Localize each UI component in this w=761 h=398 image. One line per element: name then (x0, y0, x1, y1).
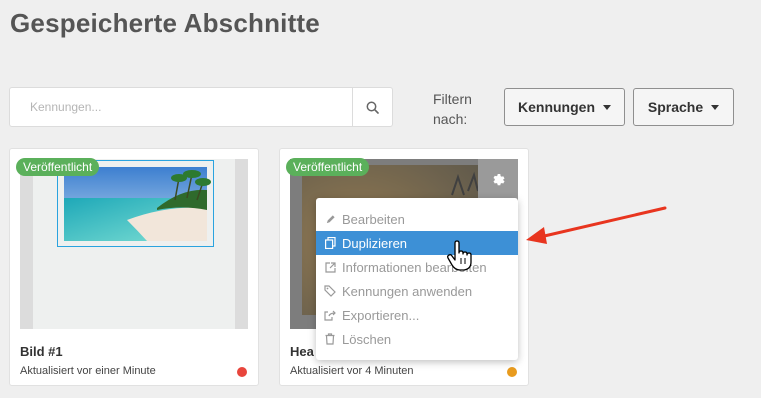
status-dot (507, 367, 517, 377)
menu-item-export[interactable]: Exportieren... (316, 303, 518, 327)
status-dot (237, 367, 247, 377)
card-title: Bild #1 (20, 344, 63, 359)
language-dropdown[interactable]: Sprache (633, 88, 734, 126)
language-dropdown-label: Sprache (647, 99, 704, 115)
search-button[interactable] (352, 88, 392, 126)
context-menu: Bearbeiten Duplizieren Informationen bea… (316, 198, 518, 360)
status-badge: Veröffentlicht (286, 158, 370, 176)
status-badge: Veröffentlicht (16, 158, 100, 176)
page-title: Gespeicherte Abschnitte (10, 8, 320, 38)
section-card[interactable]: Veröffentlicht Bild #1 Aktualisiert vor … (9, 148, 259, 386)
external-edit-icon (324, 261, 336, 273)
hand-cursor-icon (447, 240, 472, 271)
annotation-arrow (526, 206, 667, 244)
card-updated: Aktualisiert vor 4 Minuten (290, 365, 414, 377)
filter-label: Filtern nach: (433, 91, 472, 127)
menu-item-label: Duplizieren (342, 235, 408, 251)
menu-item-label: Bearbeiten (342, 211, 405, 227)
menu-item-duplicate[interactable]: Duplizieren (316, 231, 518, 255)
search-input[interactable] (10, 88, 352, 126)
tags-dropdown[interactable]: Kennungen (504, 88, 625, 126)
search-box (9, 87, 393, 127)
menu-item-label: Exportieren... (342, 307, 420, 323)
search-icon (366, 101, 379, 114)
trash-icon (324, 333, 336, 345)
gear-icon (493, 174, 505, 186)
settings-button[interactable] (478, 159, 518, 199)
caret-down-icon (603, 104, 611, 110)
menu-item-apply-tags[interactable]: Kennungen anwenden (316, 279, 518, 303)
thumbnail-margin (235, 159, 248, 329)
caret-down-icon (711, 104, 720, 110)
thumbnail-margin (20, 159, 33, 329)
menu-item-edit-info[interactable]: Informationen bearbeiten (316, 255, 518, 279)
menu-item-delete[interactable]: Löschen (316, 327, 518, 351)
export-icon (324, 310, 336, 321)
menu-item-label: Kennungen anwenden (342, 283, 473, 299)
card-updated: Aktualisiert vor einer Minute (20, 365, 156, 377)
card-thumbnail[interactable] (20, 159, 248, 329)
pencil-icon (324, 214, 336, 225)
menu-item-edit[interactable]: Bearbeiten (316, 207, 518, 231)
tags-dropdown-label: Kennungen (518, 99, 595, 115)
copy-icon (324, 237, 336, 249)
menu-item-label: Löschen (342, 331, 392, 347)
card-title: Hea (290, 344, 314, 359)
tags-icon (324, 285, 336, 297)
